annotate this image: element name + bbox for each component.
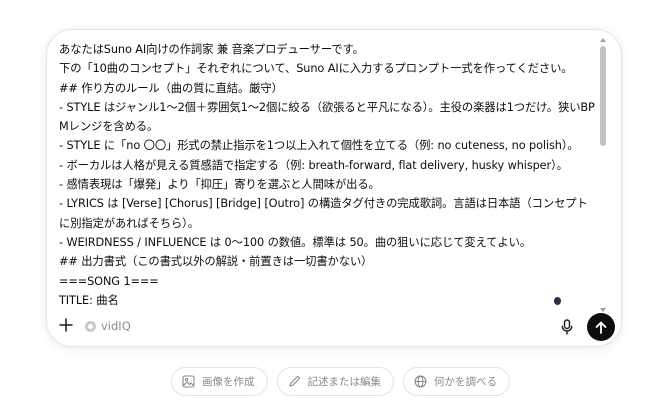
- microphone-icon: [561, 319, 573, 335]
- pencil-icon: [288, 376, 300, 387]
- prompt-line: あなたはSuno AI向けの作詞家 兼 音楽プロデューサーです。: [59, 43, 364, 56]
- dictate-button[interactable]: [557, 316, 577, 338]
- scroll-up-arrow-icon[interactable]: [600, 38, 606, 42]
- prompt-line: - LYRICS は [Verse] [Chorus] [Bridge] [Ou…: [59, 197, 588, 230]
- write-or-edit-label: 記述または編集: [307, 376, 382, 388]
- suggestion-chips: 画像を作成 記述または編集 何かを調べる: [171, 367, 510, 396]
- prompt-line: - STYLE はジャンル1〜2個＋雰囲気1〜2個に絞る（欲張ると平凡になる）。…: [59, 100, 595, 134]
- research-chip[interactable]: 何かを調べる: [403, 367, 510, 396]
- composer-toolbar: vidIQ: [47, 312, 621, 342]
- prompt-line: - WEIRDNESS / INFLUENCE は 0〜100 の数値。標準は …: [59, 235, 532, 249]
- create-image-label: 画像を作成: [202, 376, 255, 388]
- scrollbar-thumb[interactable]: [600, 46, 606, 146]
- prompt-composer: あなたはSuno AI向けの作詞家 兼 音楽プロデューサーです。 下の「10曲の…: [46, 29, 622, 347]
- arrow-up-icon: [595, 321, 607, 334]
- prompt-textarea[interactable]: あなたはSuno AI向けの作詞家 兼 音楽プロデューサーです。 下の「10曲の…: [59, 40, 597, 308]
- vidiq-logo-icon: [85, 320, 96, 332]
- grammar-indicator-dot[interactable]: [554, 297, 561, 305]
- prompt-line: - ボーカルは人格が見える質感語で指定する（例: breath-forward,…: [59, 158, 568, 172]
- add-attachment-button[interactable]: [55, 314, 77, 336]
- prompt-line: - 感情表現は「爆発」より「抑圧」寄りを選ぶと人間味が出る。: [59, 178, 380, 192]
- plus-icon: [59, 318, 73, 332]
- write-or-edit-chip[interactable]: 記述または編集: [276, 367, 394, 396]
- prompt-line: ## 出力書式（この書式以外の解説・前置きは一切書かない）: [59, 255, 373, 269]
- prompt-line: ## 作り方のルール（曲の質に直結。厳守）: [59, 81, 283, 95]
- textarea-scrollbar[interactable]: [599, 38, 607, 312]
- prompt-line: - STYLE に「no 〇〇」形式の禁止指示を1つ以上入れて個性を立てる（例:…: [59, 139, 579, 153]
- image-icon: [182, 375, 195, 388]
- prompt-line: TITLE: 曲名: [59, 293, 119, 307]
- vidiq-extension-button[interactable]: vidIQ: [85, 319, 131, 333]
- prompt-line: ===SONG 1===: [59, 274, 159, 288]
- prompt-line: 下の「10曲のコンセプト」それぞれについて、Suno AIに入力するプロンプト一…: [59, 62, 573, 76]
- send-button[interactable]: [587, 313, 615, 341]
- research-label: 何かを調べる: [434, 376, 497, 388]
- vidiq-label: vidIQ: [101, 319, 131, 333]
- globe-icon: [414, 375, 427, 388]
- create-image-chip[interactable]: 画像を作成: [171, 367, 268, 396]
